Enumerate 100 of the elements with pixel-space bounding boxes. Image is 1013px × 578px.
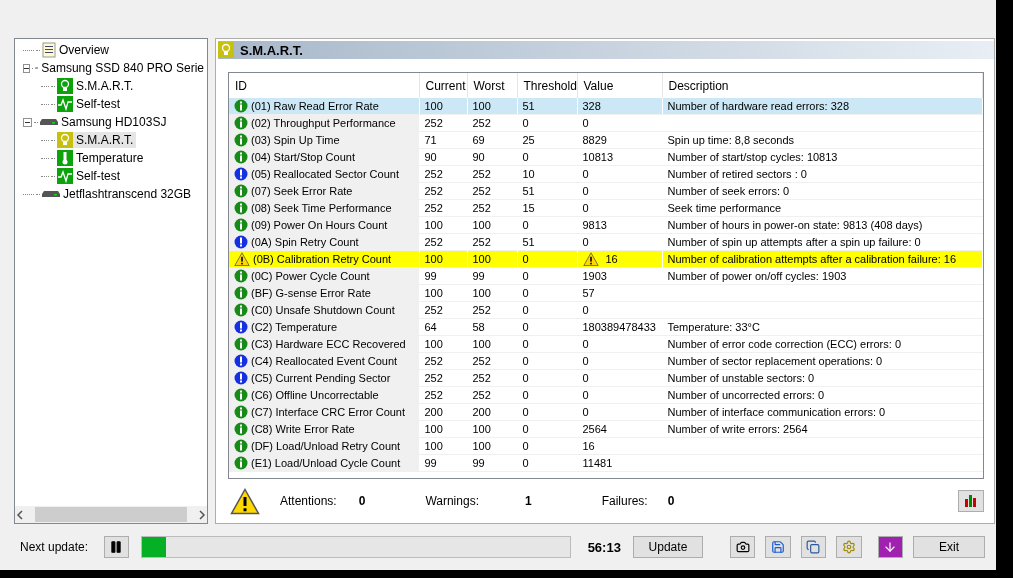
table-cell: 0 [522,117,529,129]
tree-item[interactable]: Self-test [73,168,123,184]
horizontal-scrollbar[interactable] [15,506,207,524]
table-cell: 0 [582,389,589,401]
table-cell: 99 [472,457,485,469]
attribute-name: (02) Throughput Performance [251,117,396,129]
collapse-toggle[interactable] [23,117,32,127]
exit-button[interactable]: Exit [912,536,986,559]
table-cell: 2564 [582,423,607,435]
table-cell: 58 [472,321,485,333]
exclamation-icon [234,371,248,385]
document-icon [42,42,56,58]
summary-count: 0 [667,494,675,508]
info-icon [234,99,248,113]
bulb-icon [218,42,234,58]
table-cell: 252 [424,355,443,367]
info-icon [234,439,248,453]
save-button[interactable] [765,536,791,559]
table-cell: 252 [424,117,443,129]
attribute-name: (C6) Offline Uncorrectable [251,389,379,401]
table-cell: 100 [472,287,491,299]
attribute-name: (04) Start/Stop Count [251,151,355,163]
table-cell: 99 [472,270,485,282]
info-icon [234,184,248,198]
bar-chart-icon [963,494,978,508]
info-icon [234,286,248,300]
table-cell: 100 [472,253,491,265]
screenshot-button[interactable] [730,536,756,559]
attribute-name: (07) Seek Error Rate [251,185,353,197]
summary-label: Attentions: [280,494,337,508]
minimize-to-tray-button[interactable] [877,536,903,559]
attribute-name: (03) Spin Up Time [251,134,340,146]
table-cell: 0 [522,287,529,299]
update-button[interactable]: Update [632,536,704,559]
table-cell: 252 [472,168,491,180]
table-cell: 10813 [582,151,614,163]
attribute-name: (C5) Current Pending Sector [251,372,391,384]
table-cell: Seek time performance [667,202,782,214]
table-cell: Number of error code correction (ECC) errors: 0 [667,338,901,350]
table-cell: 100 [424,440,443,452]
table-cell: Number of unstable sectors: 0 [667,372,815,384]
attribute-name: (0A) Spin Retry Count [251,236,359,248]
tree-item[interactable]: Self-test [73,96,123,112]
table-cell: 0 [582,117,589,129]
table-cell: 100 [424,253,443,265]
table-cell: 0 [522,338,529,350]
table-cell: 252 [424,168,443,180]
attribute-name: (DF) Load/Unload Retry Count [251,440,401,452]
tree-item[interactable]: S.M.A.R.T. [73,78,137,94]
table-cell: 51 [522,100,535,112]
table-cell: 0 [522,151,529,163]
table-cell: 9813 [582,219,607,231]
tree-item[interactable]: Samsung SSD 840 PRO Serie [38,60,207,76]
pause-button[interactable] [103,536,130,559]
attribute-name: (C4) Reallocated Event Count [251,355,398,367]
attribute-name: (BF) G-sense Error Rate [251,287,371,299]
table-cell: 15 [522,202,535,214]
attribute-name: (08) Seek Time Performance [251,202,392,214]
table-cell: 252 [472,304,491,316]
save-icon [771,540,786,555]
table-cell: 0 [522,355,529,367]
table-cell: Number of hardware read errors: 328 [667,100,850,112]
summary-count: 1 [524,494,532,508]
table-cell: 100 [472,100,491,112]
tree-item[interactable]: S.M.A.R.T. [73,132,137,148]
tree-item[interactable]: Samsung HD103SJ [58,114,170,130]
table-row[interactable]: (01) Raw Read Error Rate [229,98,419,115]
tree-item[interactable]: Jetflashtranscend 32GB [60,186,195,202]
table-cell: 0 [582,168,589,180]
table-cell: 252 [472,117,491,129]
table-cell: 180389478433 [582,321,656,333]
table-cell: 100 [424,100,443,112]
tree-item[interactable]: Overview [56,42,112,58]
table-cell: Number of start/stop cycles: 10813 [667,151,838,163]
table-cell: 100 [424,219,443,231]
camera-icon [735,540,750,555]
table-cell: 0 [522,406,529,418]
table-cell: Number of hours in power-on state: 9813 (408 days) [667,219,923,231]
table-cell: 90 [424,151,437,163]
table-cell: 0 [522,423,529,435]
settings-button[interactable] [836,536,862,559]
chart-button[interactable] [957,490,984,512]
attribute-name: (C0) Unsafe Shutdown Count [251,304,395,316]
collapse-toggle[interactable] [23,63,30,73]
minus-icon [24,65,29,71]
table-cell: 51 [522,185,535,197]
table-cell: Number of power on/off cycles: 1903 [667,270,847,282]
table-cell: Temperature: 33°C [667,321,760,333]
table-cell: 252 [424,304,443,316]
tree-item[interactable]: Temperature [73,150,147,166]
pause-icon [109,540,124,555]
info-icon [234,456,248,470]
table-cell: 252 [424,202,443,214]
exclamation-icon [234,354,248,368]
table-cell: 252 [424,389,443,401]
attribute-name: (01) Raw Read Error Rate [251,100,379,112]
table-cell: 0 [522,457,529,469]
table-cell: 100 [472,219,491,231]
copy-button[interactable] [800,536,827,559]
table-cell: 0 [582,202,589,214]
